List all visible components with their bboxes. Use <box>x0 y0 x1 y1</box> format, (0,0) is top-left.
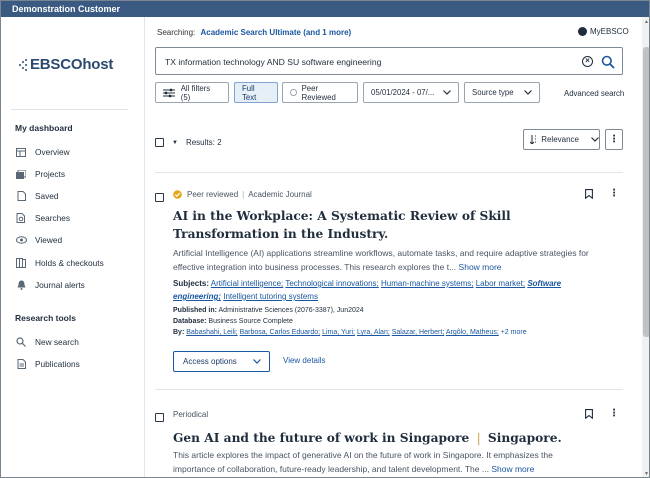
holds-icon <box>15 258 27 268</box>
author-link[interactable]: Babashahi, Leili; <box>186 329 237 336</box>
peer-reviewed-filter[interactable]: Peer Reviewed <box>282 82 358 103</box>
results-divider <box>155 172 623 173</box>
eye-icon <box>15 235 27 245</box>
bell-icon <box>15 280 27 290</box>
overview-icon <box>15 147 27 157</box>
sidebar-item-saved[interactable]: Saved <box>15 191 59 201</box>
article-1-show-more[interactable]: Show more <box>459 262 502 272</box>
searches-icon <box>15 213 27 223</box>
search-input[interactable]: TX information technology AND SU softwar… <box>155 47 623 75</box>
sidebar-item-viewed[interactable]: Viewed <box>15 235 62 245</box>
article-1-more-icon[interactable]: ⋮ <box>609 188 619 200</box>
select-all-checkbox[interactable] <box>155 138 164 147</box>
window-title-bar: Demonstration Customer <box>1 1 649 17</box>
sidebar-item-projects[interactable]: Projects <box>15 169 65 179</box>
author-link[interactable]: Barbosa, Carlos Eduardo; <box>240 329 321 336</box>
sidebar-divider <box>11 109 128 110</box>
publications-icon <box>15 359 27 369</box>
projects-icon <box>15 169 27 179</box>
subject-link[interactable]: Intelligent tutoring systems <box>223 292 318 301</box>
sidebar-item-publications[interactable]: Publications <box>15 359 80 369</box>
article-2-title[interactable]: Gen AI and the future of work in Singapo… <box>173 429 593 447</box>
myebsco-account[interactable]: MyEBSCO <box>578 27 629 36</box>
sidebar-item-journal-alerts[interactable]: Journal alerts <box>15 280 85 290</box>
ebscohost-logo[interactable]: EBSCOhost <box>19 56 113 73</box>
searching-label: Searching: <box>157 28 196 37</box>
results-divider <box>155 389 623 390</box>
research-tools-heading: Research tools <box>15 313 76 323</box>
chevron-down-icon <box>252 357 261 366</box>
sort-dropdown[interactable]: Relevance <box>523 129 600 150</box>
database-selector-link[interactable]: Academic Search Ultimate (and 1 more) <box>200 28 351 37</box>
results-toolbar: ▼ Results: 2 <box>155 138 222 147</box>
sidebar-item-new-search[interactable]: New search <box>15 337 79 347</box>
logo-dots-icon <box>19 58 28 71</box>
article-1-checkbox[interactable] <box>155 193 164 202</box>
search-submit-icon[interactable] <box>601 55 615 69</box>
scroll-up-arrow-icon[interactable]: ▲ <box>644 19 649 25</box>
author-link[interactable]: Salazar, Herbert; <box>392 329 445 336</box>
article-1-title[interactable]: AI in the Workplace: A Systematic Review… <box>173 207 593 243</box>
date-range-filter[interactable]: 05/01/2024 - 07/... <box>363 82 459 103</box>
sidebar-item-searches[interactable]: Searches <box>15 213 70 223</box>
subject-link[interactable]: Labor market; <box>476 279 525 288</box>
article-2-abstract: This article explores the impact of gene… <box>173 450 553 474</box>
author-link[interactable]: Lima, Yuri; <box>322 329 355 336</box>
search-query-text[interactable]: TX information technology AND SU softwar… <box>165 57 381 67</box>
window-title: Demonstration Customer <box>12 4 121 14</box>
more-authors-link[interactable]: +2 more <box>501 329 527 336</box>
author-link[interactable]: Argôlo, Matheus; <box>446 329 499 336</box>
article-1-abstract: Artificial Intelligence (AI) application… <box>173 248 589 272</box>
select-menu-caret-icon[interactable]: ▼ <box>172 140 178 146</box>
scroll-down-arrow-icon[interactable]: ▼ <box>644 471 649 477</box>
chevron-down-icon <box>591 135 599 144</box>
sort-icon <box>530 135 537 144</box>
avatar-icon <box>578 27 587 36</box>
article-2-meta: Periodical <box>173 410 209 419</box>
peer-reviewed-badge-icon <box>173 190 182 199</box>
article-2-more-icon[interactable]: ⋮ <box>609 408 619 420</box>
app-window: Demonstration Customer EBSCOhost My dash… <box>0 0 650 478</box>
chevron-down-icon <box>443 88 451 97</box>
sidebar-item-overview[interactable]: Overview <box>15 147 70 157</box>
saved-icon <box>15 191 27 201</box>
logo-text: EBSCOhost <box>30 56 114 73</box>
results-more-options-icon[interactable]: ⋮ <box>605 129 623 150</box>
subject-link[interactable]: Technological innovations; <box>285 279 378 288</box>
searching-line: Searching: Academic Search Ultimate (and… <box>157 28 351 37</box>
subject-link[interactable]: Human-machine systems; <box>381 279 473 288</box>
access-options-button[interactable]: Access options <box>173 351 270 372</box>
subject-link[interactable]: Artificial intelligence; <box>211 279 283 288</box>
article-1-subjects: Subjects: Artificial intelligence; Techn… <box>173 279 562 301</box>
article-2-show-more[interactable]: Show more <box>491 464 534 474</box>
full-text-filter[interactable]: Full Text <box>234 82 278 103</box>
sidebar-item-holds[interactable]: Holds & checkouts <box>15 258 104 268</box>
bookmark-icon[interactable] <box>585 409 593 419</box>
peer-reviewed-checkbox <box>290 89 297 96</box>
article-2-checkbox[interactable] <box>155 413 164 422</box>
view-details-link[interactable]: View details <box>283 356 326 365</box>
bookmark-icon[interactable] <box>585 189 593 199</box>
clear-search-icon[interactable]: × <box>582 56 593 67</box>
sidebar-separator <box>144 17 145 477</box>
article-1-meta: Peer reviewed | Academic Journal <box>173 190 312 199</box>
chevron-down-icon <box>524 88 532 97</box>
author-link[interactable]: Lyra, Alan; <box>357 329 390 336</box>
vertical-scrollbar[interactable]: ▲ ▼ <box>642 17 649 477</box>
scrollbar-thumb[interactable] <box>643 47 649 337</box>
article-1-authors: By: Babashahi, Leili; Barbosa, Carlos Ed… <box>173 329 527 336</box>
advanced-search-link[interactable]: Advanced search <box>564 89 624 98</box>
account-label: MyEBSCO <box>590 27 629 36</box>
source-type-filter[interactable]: Source type <box>464 82 540 103</box>
search-icon <box>15 337 27 347</box>
sidebar: EBSCOhost <box>1 17 144 477</box>
dashboard-heading: My dashboard <box>15 123 73 133</box>
all-filters-button[interactable]: All filters (5) <box>155 82 229 103</box>
filter-sliders-icon <box>163 88 175 97</box>
results-count: Results: 2 <box>185 138 222 147</box>
